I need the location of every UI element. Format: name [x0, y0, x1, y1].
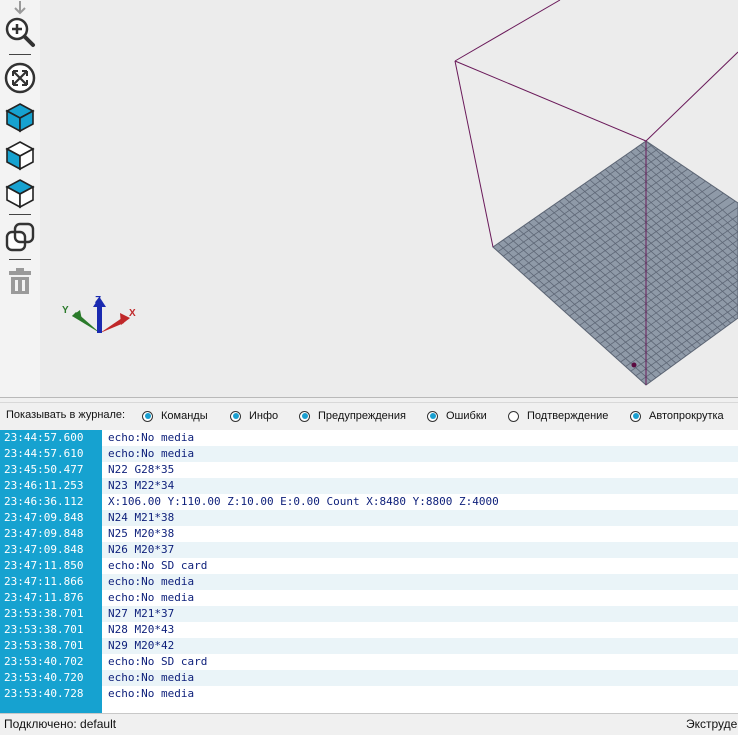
log-message: echo:No media: [108, 575, 195, 588]
log-row[interactable]: 23:47:09.848 N25 M20*38: [0, 526, 738, 542]
log-row[interactable]: 23:47:11.850 echo:No SD card: [0, 558, 738, 574]
log-time: 23:44:57.600: [0, 430, 102, 446]
log-time: 23:53:38.701: [0, 622, 102, 638]
panel-splitter[interactable]: [0, 397, 738, 403]
log-time: 23:45:50.477: [0, 462, 102, 478]
log-time: 23:47:11.866: [0, 574, 102, 590]
extruder-status: Экструдер: [686, 717, 738, 731]
filter-errors-radio[interactable]: [427, 410, 438, 422]
filter-errors-label: Ошибки: [446, 410, 487, 422]
axis-label-x: X: [129, 308, 136, 319]
view-front-icon[interactable]: [3, 138, 37, 172]
log-message: N22 G28*35: [108, 463, 175, 476]
log-message: N27 M21*37: [108, 607, 175, 620]
filter-autoscroll-radio[interactable]: [630, 410, 641, 422]
log-time: 23:46:36.112: [0, 494, 102, 510]
toolbar-separator: [9, 259, 31, 260]
filter-warnings-label: Предупреждения: [318, 410, 406, 422]
log-message: N28 M20*43: [108, 623, 175, 636]
filter-commands-label: Команды: [161, 410, 208, 422]
log-message: echo:No media: [108, 447, 195, 460]
filter-acknowledge-radio[interactable]: [508, 410, 519, 422]
log-row[interactable]: 23:53:40.702 echo:No SD card: [0, 654, 738, 670]
console-log[interactable]: 23:44:57.600 echo:No media 23:44:57.610 ech…: [0, 430, 738, 713]
log-time: 23:53:40.728: [0, 686, 102, 702]
log-time: 23:47:11.876: [0, 590, 102, 606]
log-row[interactable]: 23:53:40.720 echo:No media: [0, 670, 738, 686]
log-row[interactable]: 23:47:09.848 N24 M21*38: [0, 510, 738, 526]
log-message: N24 M21*38: [108, 511, 175, 524]
log-time: 23:53:40.702: [0, 654, 102, 670]
filter-commands[interactable]: Команды: [142, 408, 208, 424]
filter-info-radio[interactable]: [230, 410, 241, 422]
connection-status: Подключено: default: [4, 717, 117, 731]
log-time: 23:53:38.701: [0, 606, 102, 622]
log-time: 23:53:40.720: [0, 670, 102, 686]
print-volume-scene: Y X Z: [62, 0, 738, 386]
log-time: 23:46:11.253: [0, 478, 102, 494]
log-message: echo:No media: [108, 687, 195, 700]
delete-icon[interactable]: [3, 264, 37, 298]
filter-warnings-radio[interactable]: [299, 410, 310, 422]
log-message: echo:No media: [108, 431, 195, 444]
status-bar: Подключено: default Экструдер: [0, 713, 738, 735]
fit-view-icon[interactable]: [3, 61, 37, 95]
origin-marker: [631, 362, 637, 368]
log-time: 23:44:57.610: [0, 446, 102, 462]
log-row[interactable]: 23:44:57.610 echo:No media: [0, 446, 738, 462]
log-filter-label: Показывать в журнале:: [6, 409, 126, 421]
log-message: N25 M20*38: [108, 527, 175, 540]
log-filter-bar: Показывать в журнале: Команды Инфо Преду…: [0, 404, 738, 428]
3d-viewport[interactable]: Y X Z: [0, 0, 738, 397]
log-row[interactable]: 23:46:11.253 N23 M22*34: [0, 478, 738, 494]
zoom-in-icon[interactable]: [3, 15, 37, 49]
filter-commands-radio[interactable]: [142, 410, 153, 422]
filter-warnings[interactable]: Предупреждения: [299, 408, 406, 424]
build-plate: [492, 140, 738, 386]
log-row[interactable]: 23:46:36.112 X:106.00 Y:110.00 Z:10.00 E:…: [0, 494, 738, 510]
log-time: 23:47:09.848: [0, 542, 102, 558]
log-row[interactable]: 23:45:50.477 N22 G28*35: [0, 462, 738, 478]
log-message: echo:No SD card: [108, 655, 208, 668]
log-row[interactable]: 23:53:38.701 N29 M20*42: [0, 638, 738, 654]
log-time: 23:47:09.848: [0, 510, 102, 526]
axis-label-y: Y: [62, 305, 69, 316]
filter-errors[interactable]: Ошибки: [427, 408, 487, 424]
log-message: N26 M20*37: [108, 543, 175, 556]
filter-acknowledge[interactable]: Подтверждение: [508, 408, 608, 424]
log-row[interactable]: 23:53:40.728 echo:No media: [0, 686, 738, 702]
log-row[interactable]: 23:53:38.701 N27 M21*37: [0, 606, 738, 622]
axis-label-z: Z: [95, 295, 101, 306]
log-time: 23:47:09.848: [0, 526, 102, 542]
log-message: N23 M22*34: [108, 479, 175, 492]
log-message: echo:No media: [108, 591, 195, 604]
toolbar-separator: [9, 54, 31, 55]
copy-object-icon[interactable]: [3, 220, 37, 254]
toolbar-separator: [9, 214, 31, 215]
log-time: 23:53:38.701: [0, 638, 102, 654]
log-message: echo:No SD card: [108, 559, 208, 572]
log-message: X:106.00 Y:110.00 Z:10.00 E:0.00 Count X…: [108, 495, 499, 508]
log-row[interactable]: 23:47:09.848 N26 M20*37: [0, 542, 738, 558]
log-row[interactable]: 23:53:38.701 N28 M20*43: [0, 622, 738, 638]
filter-autoscroll[interactable]: Автопрокрутка: [630, 408, 724, 424]
filter-info[interactable]: Инфо: [230, 408, 278, 424]
view-toolbar: [0, 0, 40, 397]
log-row[interactable]: 23:44:57.600 echo:No media: [0, 430, 738, 446]
filter-info-label: Инфо: [249, 410, 279, 422]
log-row[interactable]: 23:47:11.876 echo:No media: [0, 590, 738, 606]
filter-autoscroll-label: Автопрокрутка: [649, 410, 724, 422]
log-message: echo:No media: [108, 671, 195, 684]
log-time: 23:47:11.850: [0, 558, 102, 574]
log-message: N29 M20*42: [108, 639, 175, 652]
log-row[interactable]: 23:47:11.866 echo:No media: [0, 574, 738, 590]
view-top-icon[interactable]: [3, 100, 37, 134]
view-side-icon[interactable]: [3, 176, 37, 210]
filter-acknowledge-label: Подтверждение: [527, 410, 609, 422]
